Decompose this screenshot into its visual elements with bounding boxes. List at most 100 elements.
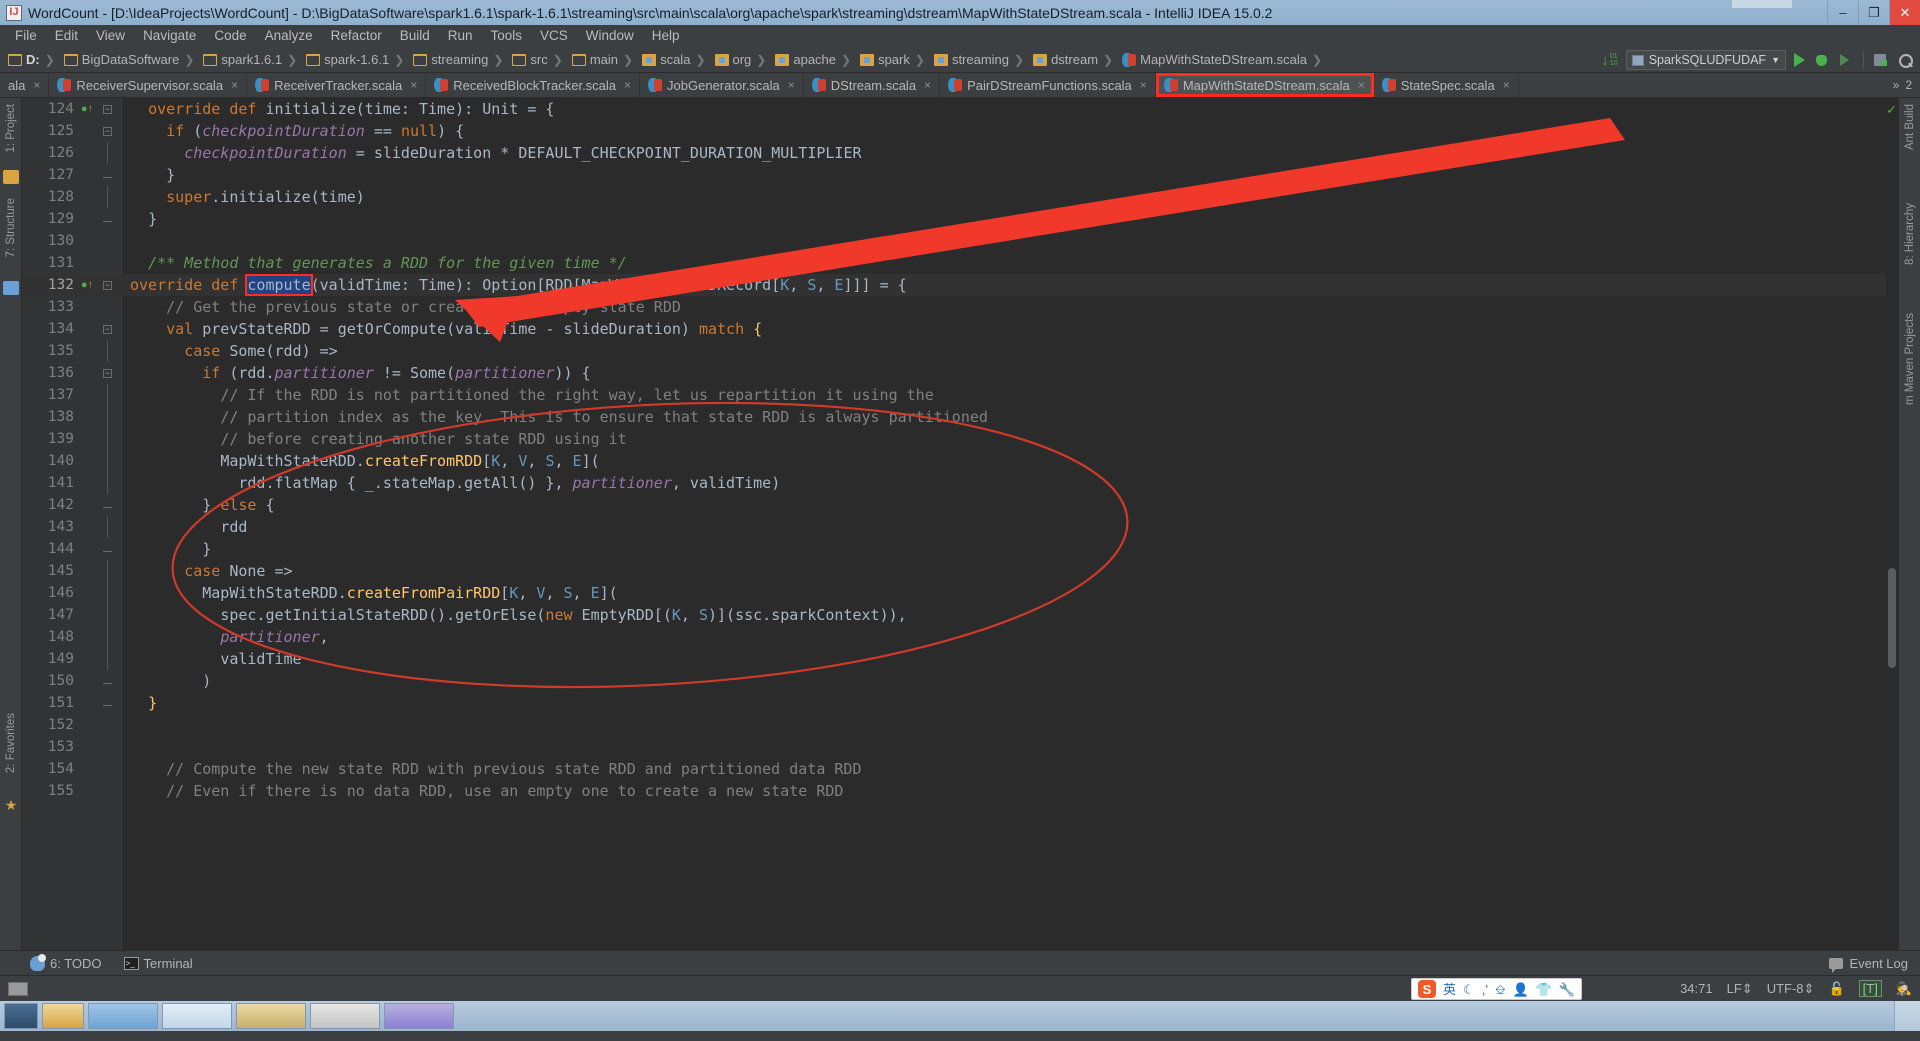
close-button[interactable]: ✕: [1889, 0, 1920, 25]
menu-code[interactable]: Code: [205, 25, 255, 47]
close-icon[interactable]: ×: [231, 78, 238, 92]
code-line[interactable]: 138 // partition index as the key. This …: [22, 406, 1898, 428]
close-icon[interactable]: ×: [410, 78, 417, 92]
sidebar-item-maven-projects[interactable]: m Maven Projects: [1904, 313, 1916, 405]
code-line[interactable]: 136− if (rdd.partitioner != Some(partiti…: [22, 362, 1898, 384]
code-line[interactable]: 141 rdd.flatMap { _.stateMap.getAll() },…: [22, 472, 1898, 494]
code-line[interactable]: 154 // Compute the new state RDD with pr…: [22, 758, 1898, 780]
media-window-button[interactable]: [384, 1003, 454, 1029]
close-icon[interactable]: ×: [924, 78, 931, 92]
code-line[interactable]: 147 spec.getInitialStateRDD().getOrElse(…: [22, 604, 1898, 626]
breadcrumb-item-scala[interactable]: scala ❯: [640, 52, 712, 67]
code-line[interactable]: 152: [22, 714, 1898, 736]
moon-icon[interactable]: ☾: [1463, 983, 1475, 996]
menu-analyze[interactable]: Analyze: [256, 25, 322, 47]
code-line[interactable]: 143 rdd: [22, 516, 1898, 538]
code-fold-toggle[interactable]: −: [102, 318, 113, 340]
ide-window-button[interactable]: [236, 1003, 306, 1029]
menu-vcs[interactable]: VCS: [531, 25, 577, 47]
code-line[interactable]: 137 // If the RDD is not partitioned the…: [22, 384, 1898, 406]
breadcrumb-item-mapwithstatedstream-scala[interactable]: MapWithStateDStream.scala ❯: [1120, 52, 1329, 67]
menu-navigate[interactable]: Navigate: [134, 25, 205, 47]
code-lines[interactable]: 124 ●↑ − override def initialize(time: Tim…: [22, 98, 1898, 950]
code-line[interactable]: 132 ●↑ − override def compute(validTime: Ti…: [22, 274, 1898, 296]
close-icon[interactable]: ×: [788, 78, 795, 92]
sidebar-item-ant-build[interactable]: Ant Build: [1904, 104, 1916, 150]
start-button[interactable]: [4, 1003, 38, 1029]
chrome-window-button[interactable]: [310, 1003, 380, 1029]
menu-tools[interactable]: Tools: [482, 25, 532, 47]
editor-tab-dstream-scala[interactable]: DStream.scala ×: [804, 73, 941, 97]
code-line[interactable]: 135 case Some(rdd) =>: [22, 340, 1898, 362]
comma-icon[interactable]: ,’: [1482, 983, 1489, 996]
ime-toolbar[interactable]: S 英 ☾ ,’ ⎒ 👤 👕 🔧: [1411, 978, 1582, 1000]
user-icon[interactable]: 👤: [1512, 983, 1528, 996]
code-fold-toggle[interactable]: −: [102, 120, 113, 142]
breadcrumb-item-apache[interactable]: apache ❯: [773, 52, 858, 67]
run-icon[interactable]: [1794, 53, 1805, 67]
code-line[interactable]: 155 // Even if there is no data RDD, use…: [22, 780, 1898, 802]
editor-tab-receivedblocktracker-scala[interactable]: ReceivedBlockTracker.scala ×: [426, 73, 641, 97]
sidebar-item-structure[interactable]: 7: Structure: [5, 198, 17, 257]
code-editor[interactable]: 124 ●↑ − override def initialize(time: Tim…: [22, 98, 1898, 950]
breadcrumb-item-bigdatasoftware[interactable]: BigDataSoftware ❯: [62, 52, 202, 67]
editor-tab-pairdstreamfunctions-scala[interactable]: PairDStreamFunctions.scala ×: [940, 73, 1156, 97]
menu-edit[interactable]: Edit: [46, 25, 87, 47]
run-configuration-selector[interactable]: SparkSQLUDFUDAF ▼: [1625, 50, 1786, 70]
breadcrumb-item-spark1-6-1[interactable]: spark1.6.1 ❯: [201, 52, 304, 67]
breadcrumb-item-d-[interactable]: D: ❯: [6, 52, 62, 67]
close-icon[interactable]: ×: [624, 78, 631, 92]
editor-tab-mapwithstatedstream-scala[interactable]: MapWithStateDStream.scala ×: [1155, 73, 1374, 97]
code-line[interactable]: 153: [22, 736, 1898, 758]
code-line[interactable]: 142 } else {: [22, 494, 1898, 516]
breadcrumb-item-main[interactable]: main ❯: [570, 52, 640, 67]
encoding-indicator[interactable]: UTF-8⇕: [1767, 981, 1815, 997]
tt-badge[interactable]: [T]: [1858, 980, 1882, 997]
menu-window[interactable]: Window: [577, 25, 643, 47]
editor-tab-receiversupervisor-scala[interactable]: ReceiverSupervisor.scala ×: [49, 73, 248, 97]
code-line[interactable]: 131 /** Method that generates a RDD for …: [22, 252, 1898, 274]
breadcrumb-item-dstream[interactable]: dstream ❯: [1031, 52, 1120, 67]
wrench-icon[interactable]: 🔧: [1559, 983, 1575, 996]
breadcrumb-item-src[interactable]: src ❯: [510, 52, 569, 67]
code-line[interactable]: 151 }: [22, 692, 1898, 714]
code-line[interactable]: 130: [22, 230, 1898, 252]
breadcrumb-item-streaming[interactable]: streaming ❯: [932, 52, 1031, 67]
line-separator-indicator[interactable]: LF⇕: [1727, 981, 1753, 997]
caret-position[interactable]: 34:71: [1680, 981, 1713, 996]
menu-run[interactable]: Run: [439, 25, 482, 47]
close-icon[interactable]: ×: [1140, 78, 1147, 92]
debug-icon[interactable]: [1813, 52, 1830, 69]
explorer-button[interactable]: [42, 1003, 84, 1029]
folder-window-button[interactable]: [162, 1003, 232, 1029]
menu-file[interactable]: File: [6, 25, 46, 47]
minimize-button[interactable]: –: [1827, 0, 1858, 25]
close-icon[interactable]: ×: [1503, 78, 1510, 92]
code-line[interactable]: 149 validTime: [22, 648, 1898, 670]
editor-tab-ala[interactable]: ala ×: [0, 73, 50, 97]
sidebar-item-project[interactable]: 1: Project: [5, 104, 17, 153]
override-method-icon[interactable]: ●↑: [80, 274, 94, 296]
menu-help[interactable]: Help: [643, 25, 689, 47]
code-fold-toggle[interactable]: −: [102, 98, 113, 120]
breadcrumb-item-spark[interactable]: spark ❯: [858, 52, 932, 67]
close-icon[interactable]: ×: [33, 78, 40, 92]
editor-tab-receivertracker-scala[interactable]: ReceiverTracker.scala ×: [247, 73, 427, 97]
close-icon[interactable]: ×: [1358, 78, 1365, 92]
code-line[interactable]: 134 − val prevStateRDD = getOrCompute(val…: [22, 318, 1898, 340]
code-line[interactable]: 139 // before creating another state RDD…: [22, 428, 1898, 450]
code-line[interactable]: 128 super.initialize(time): [22, 186, 1898, 208]
code-fold-toggle[interactable]: −: [102, 362, 113, 384]
breadcrumb-item-org[interactable]: org ❯: [713, 52, 774, 67]
run-with-coverage-icon[interactable]: [1838, 52, 1855, 69]
code-line[interactable]: 127 }: [22, 164, 1898, 186]
scrollbar-thumb[interactable]: [1888, 568, 1896, 668]
breadcrumb-item-spark-1-6-1[interactable]: spark-1.6.1 ❯: [304, 52, 411, 67]
download-updates-icon[interactable]: ↓ 01 10: [1601, 53, 1617, 68]
code-line[interactable]: 146 MapWithStateRDD.createFromPairRDD[K,…: [22, 582, 1898, 604]
code-line[interactable]: 144 }: [22, 538, 1898, 560]
sidebar-item-favorites[interactable]: 2: Favorites: [5, 713, 17, 773]
skin-icon[interactable]: 👕: [1536, 983, 1552, 996]
menu-refactor[interactable]: Refactor: [322, 25, 391, 47]
breadcrumb-item-streaming[interactable]: streaming ❯: [411, 52, 510, 67]
